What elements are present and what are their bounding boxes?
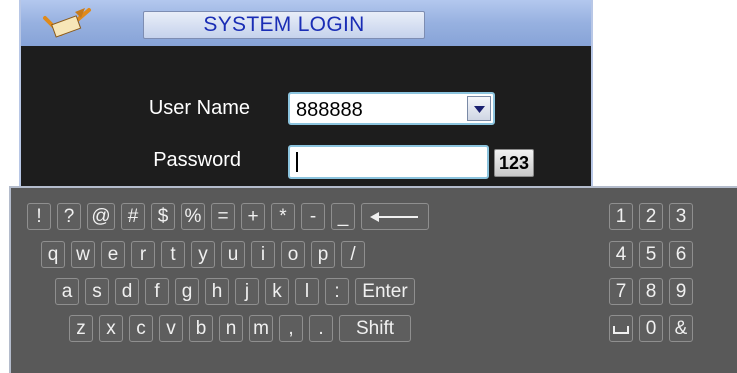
numpad-key[interactable]: 2 xyxy=(639,203,663,230)
char-key[interactable]: m xyxy=(249,315,273,342)
char-key[interactable]: , xyxy=(279,315,303,342)
char-key[interactable]: h xyxy=(205,278,229,305)
char-key[interactable]: w xyxy=(71,241,95,268)
char-key[interactable]: - xyxy=(301,203,325,230)
char-key[interactable]: ? xyxy=(57,203,81,230)
char-key[interactable]: b xyxy=(189,315,213,342)
char-key[interactable]: s xyxy=(85,278,109,305)
backspace-key[interactable] xyxy=(361,203,429,230)
numpad-key[interactable]: 8 xyxy=(639,278,663,305)
char-key[interactable]: g xyxy=(175,278,199,305)
char-key[interactable]: o xyxy=(281,241,305,268)
numpad-key[interactable]: 7 xyxy=(609,278,633,305)
char-key[interactable]: @ xyxy=(87,203,115,230)
char-key[interactable]: a xyxy=(55,278,79,305)
input-mode-button[interactable]: 123 xyxy=(494,149,534,177)
numpad-key[interactable]: 6 xyxy=(669,241,693,268)
username-select[interactable]: 888888 xyxy=(288,92,495,125)
text-cursor xyxy=(296,152,298,172)
space-bar-icon xyxy=(613,326,629,334)
title-bar: SYSTEM LOGIN xyxy=(21,0,591,46)
password-field[interactable] xyxy=(288,145,489,179)
char-key[interactable]: l xyxy=(295,278,319,305)
numpad-key[interactable]: 3 xyxy=(669,203,693,230)
char-key[interactable]: $ xyxy=(151,203,175,230)
char-key[interactable]: e xyxy=(101,241,125,268)
char-key[interactable]: v xyxy=(159,315,183,342)
numpad-key[interactable]: 4 xyxy=(609,241,633,268)
window-title: SYSTEM LOGIN xyxy=(203,13,365,36)
char-key[interactable]: / xyxy=(341,241,365,268)
triangle-down-icon xyxy=(474,106,485,113)
password-label: Password xyxy=(153,149,241,171)
virtual-keyboard: !? @ # $% = + * - _q w e r t y u i o p / a s d f g h j k l: Enter z x c… xyxy=(9,186,737,373)
char-key[interactable]: q xyxy=(41,241,65,268)
char-key[interactable]: ! xyxy=(27,203,51,230)
numpad-key[interactable]: 0 xyxy=(639,315,663,342)
pencil-check-icon xyxy=(43,8,91,38)
char-key[interactable]: u xyxy=(221,241,245,268)
char-key[interactable]: x xyxy=(99,315,123,342)
char-key[interactable]: = xyxy=(211,203,235,230)
char-key[interactable]: n xyxy=(219,315,243,342)
char-key[interactable]: z xyxy=(69,315,93,342)
title-box: SYSTEM LOGIN xyxy=(143,11,425,39)
char-key[interactable]: * xyxy=(271,203,295,230)
char-key[interactable]: d xyxy=(115,278,139,305)
char-key[interactable]: f xyxy=(145,278,169,305)
dropdown-button[interactable] xyxy=(467,96,491,121)
long-left-arrow-icon xyxy=(370,212,418,222)
numpad-key[interactable]: & xyxy=(669,315,693,342)
enter-key[interactable]: Enter xyxy=(355,278,415,305)
space-key[interactable] xyxy=(609,315,633,342)
char-key[interactable]: # xyxy=(121,203,145,230)
char-key[interactable]: r xyxy=(131,241,155,268)
char-key[interactable]: j xyxy=(235,278,259,305)
char-key[interactable]: y xyxy=(191,241,215,268)
char-key[interactable]: _ xyxy=(331,203,355,230)
username-label: User Name xyxy=(148,97,250,119)
char-key[interactable]: . xyxy=(309,315,333,342)
char-key[interactable]: c xyxy=(129,315,153,342)
char-key[interactable]: + xyxy=(241,203,265,230)
shift-key[interactable]: Shift xyxy=(339,315,411,342)
numpad-key[interactable]: 5 xyxy=(639,241,663,268)
numpad-key[interactable]: 9 xyxy=(669,278,693,305)
char-key[interactable]: % xyxy=(181,203,205,230)
char-key[interactable]: p xyxy=(311,241,335,268)
char-key[interactable]: t xyxy=(161,241,185,268)
char-key[interactable]: i xyxy=(251,241,275,268)
username-value: 888888 xyxy=(296,99,363,121)
char-key[interactable]: k xyxy=(265,278,289,305)
char-key[interactable]: : xyxy=(325,278,349,305)
numpad-key[interactable]: 1 xyxy=(609,203,633,230)
